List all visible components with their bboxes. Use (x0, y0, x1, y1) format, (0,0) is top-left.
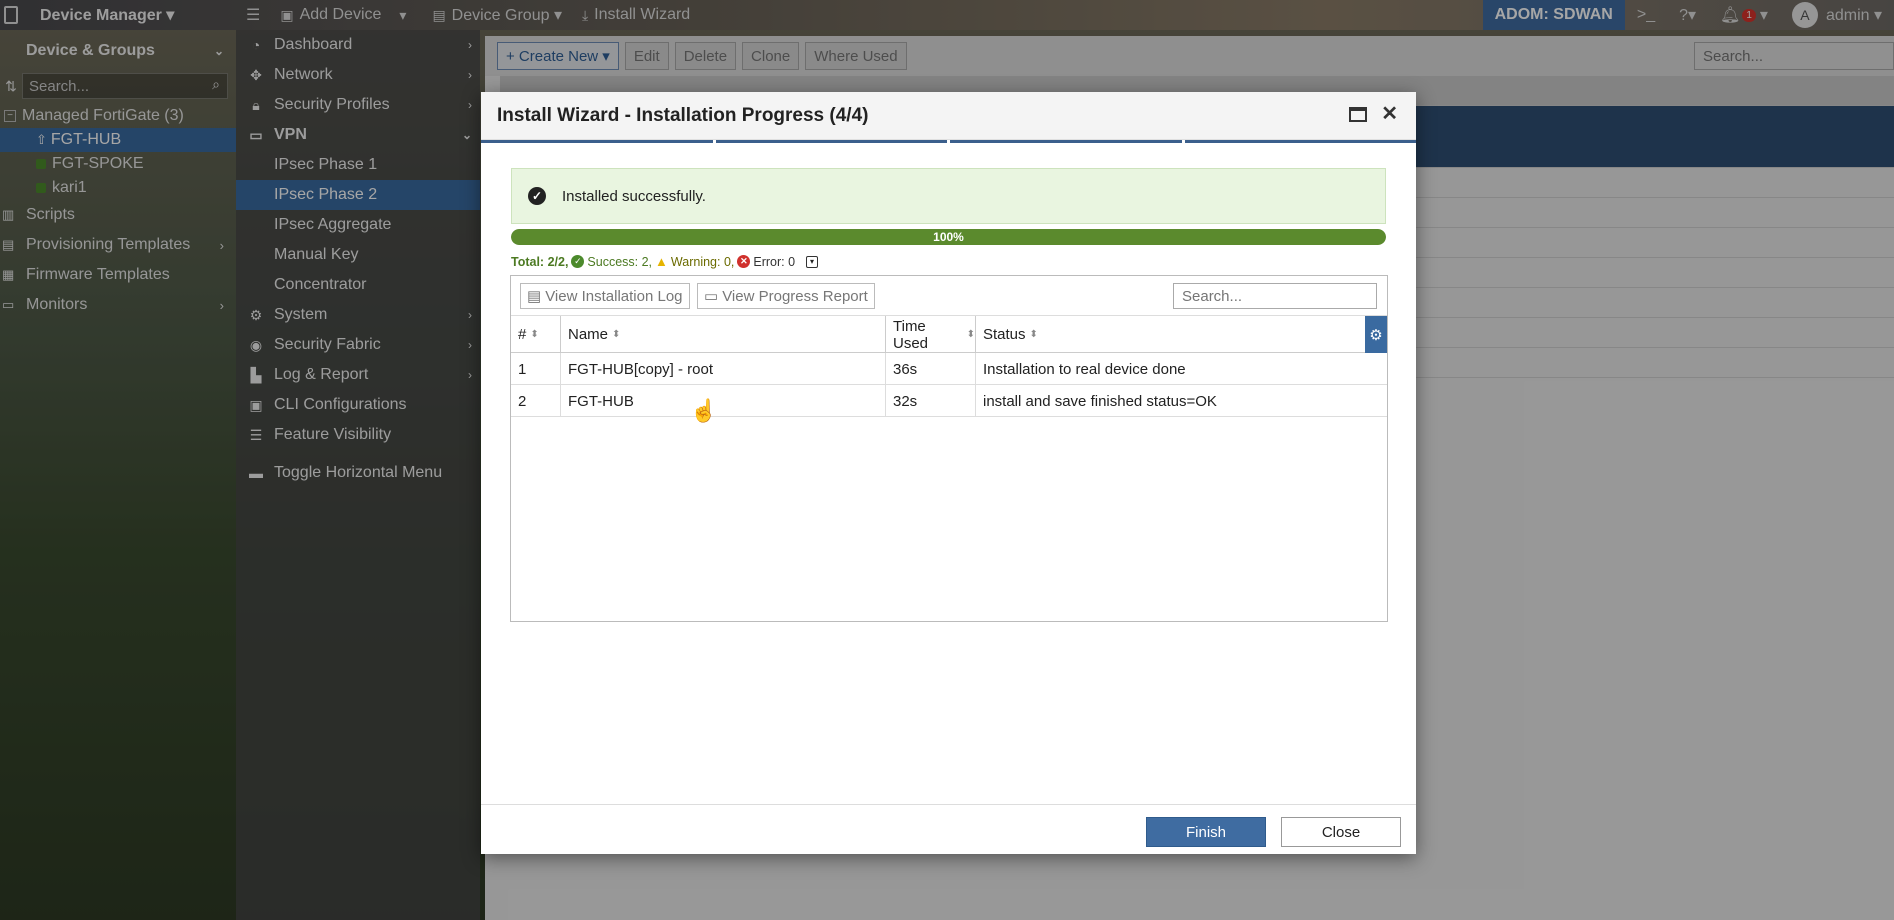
progress-bar: 100% (511, 229, 1386, 245)
view-installation-log-button[interactable]: ▤ View Installation Log (520, 283, 690, 309)
column-label: Name (568, 326, 609, 343)
finish-button[interactable]: Finish (1146, 817, 1266, 847)
column-label: # (518, 326, 527, 343)
column-settings-button[interactable]: ⚙ (1365, 316, 1387, 353)
hand-cursor-icon: ☝ (690, 398, 718, 423)
success-message: Installed successfully. (562, 187, 706, 205)
column-header-status[interactable]: Status ⬍ (976, 316, 1387, 353)
sort-icon: ⬍ (612, 329, 621, 340)
progress-label: 100% (933, 230, 964, 244)
table-search-input[interactable] (1173, 283, 1377, 309)
wizard-step-indicator (481, 140, 1416, 143)
summary-warning: Warning: 0, (670, 254, 735, 269)
gear-icon: ⚙ (1369, 326, 1383, 344)
column-header-num[interactable]: # ⬍ (511, 316, 561, 353)
wizard-step (715, 140, 947, 143)
check-circle-icon: ✓ (528, 187, 546, 205)
warning-icon: ▲ (655, 254, 668, 269)
success-alert: ✓ Installed successfully. (511, 168, 1386, 224)
cell-name: FGT-HUB (561, 385, 886, 417)
cell-num: 1 (511, 353, 561, 385)
table-row[interactable]: 1 FGT-HUB[copy] - root 36s Installation … (511, 353, 1387, 385)
column-label: Time Used (893, 317, 929, 352)
button-label: View Progress Report (722, 287, 868, 305)
sort-icon: ⬍ (530, 329, 539, 340)
dialog-header: Install Wizard - Installation Progress (… (481, 92, 1416, 140)
table-header: # ⬍ Name ⬍ Time Used ⬍ Status ⬍ ⚙ (511, 316, 1387, 353)
maximize-icon[interactable] (1349, 106, 1368, 122)
install-wizard-dialog: Install Wizard - Installation Progress (… (481, 92, 1416, 854)
install-summary: Total: 2/2, ✓ Success: 2, ▲ Warning: 0, … (511, 254, 819, 269)
cell-time-used: 32s (886, 385, 976, 417)
summary-success: Success: 2, (587, 254, 653, 269)
table-row[interactable]: 2 FGT-HUB 32s install and save finished … (511, 385, 1387, 417)
view-progress-report-button[interactable]: ▭ View Progress Report (697, 283, 875, 309)
log-icon: ▤ (527, 288, 542, 305)
column-label: Status (983, 326, 1026, 343)
cell-time-used: 36s (886, 353, 976, 385)
column-header-name[interactable]: Name ⬍ (561, 316, 886, 353)
table-toolbar: ▤ View Installation Log ▭ View Progress Re… (511, 276, 1387, 316)
button-label: View Installation Log (545, 287, 683, 305)
column-header-time-used[interactable]: Time Used ⬍ (886, 316, 976, 353)
wizard-step (950, 140, 1182, 143)
monitor-icon: ▭ (704, 288, 719, 305)
summary-total: Total: 2/2, (511, 254, 569, 269)
error-icon: ✕ (737, 255, 751, 268)
sort-icon: ⬍ (1029, 329, 1038, 340)
dialog-footer: Finish Close (481, 804, 1416, 854)
cell-name: FGT-HUB[copy] - root (561, 353, 886, 385)
summary-error: Error: 0 (753, 254, 796, 269)
cell-num: 2 (511, 385, 561, 417)
sort-icon: ⬍ (966, 329, 975, 340)
expand-toggle-icon[interactable]: ▾ (806, 255, 819, 268)
dialog-title: Install Wizard - Installation Progress (… (497, 104, 869, 126)
wizard-step (481, 140, 713, 143)
wizard-step (1184, 140, 1416, 143)
cell-status: Installation to real device done (983, 360, 1186, 378)
close-icon[interactable]: ✕ (1381, 104, 1398, 124)
close-button[interactable]: Close (1281, 817, 1401, 847)
cell-status: install and save finished status=OK (983, 392, 1217, 410)
install-results-table: ▤ View Installation Log ▭ View Progress Re… (510, 275, 1388, 622)
success-icon: ✓ (571, 255, 585, 268)
